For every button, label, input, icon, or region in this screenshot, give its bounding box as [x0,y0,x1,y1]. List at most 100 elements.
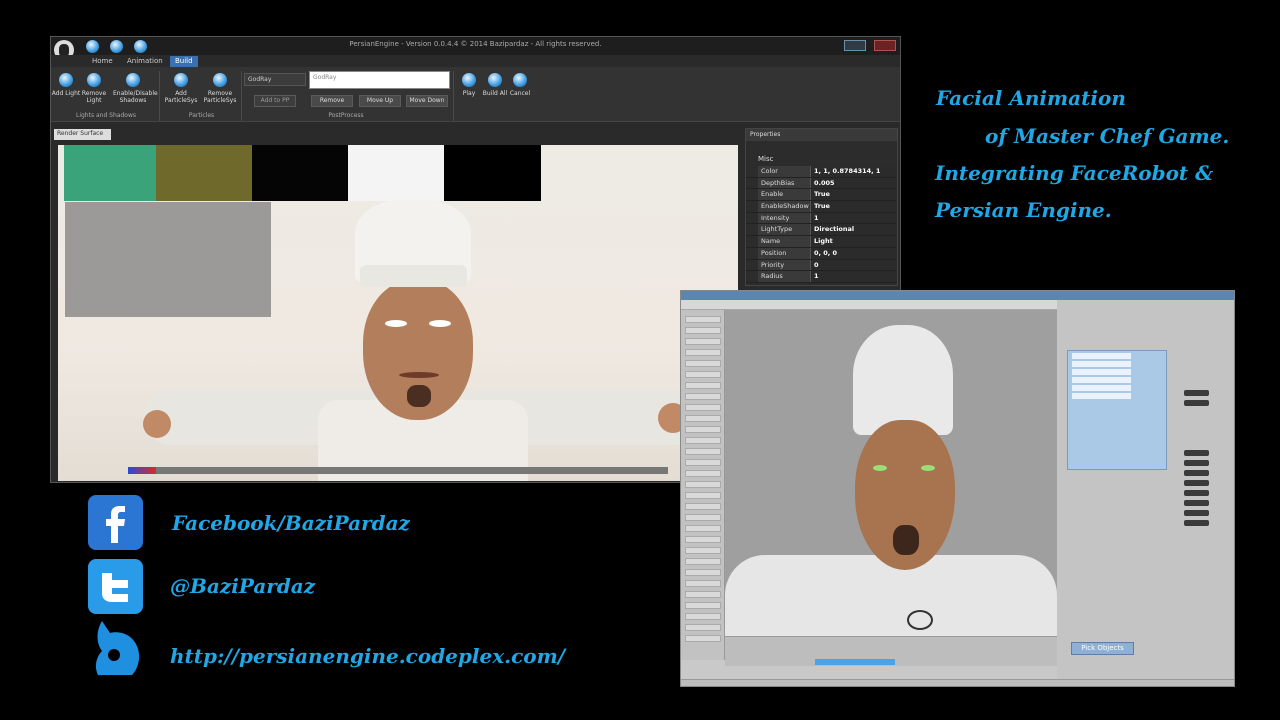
postprocess-input[interactable]: GodRay [309,71,450,89]
toolbar-button[interactable] [685,635,721,642]
facebook-icon[interactable] [88,495,143,550]
softimage-timeline[interactable] [725,636,1057,666]
bazipardaz-logo-icon[interactable] [88,619,143,675]
toolbar-button[interactable] [685,613,721,620]
tree-row[interactable] [1072,361,1131,367]
property-value[interactable]: True [810,201,897,212]
texture-preview [64,145,156,201]
toolbar-button[interactable] [685,503,721,510]
property-value[interactable]: Directional [810,224,897,236]
add-particle-button[interactable]: Add ParticleSys [164,73,198,104]
tab-animation[interactable]: Animation [122,56,168,67]
toolbar-button[interactable] [685,349,721,356]
toolbar-button[interactable] [685,624,721,631]
remove-button[interactable]: Remove [311,95,353,107]
toolbar-button[interactable] [685,569,721,576]
control-slot[interactable] [1184,500,1209,506]
property-row[interactable]: Color 1, 1, 0.8784314, 1 [746,166,897,178]
toolbar-button[interactable] [685,470,721,477]
control-slot[interactable] [1184,470,1209,476]
property-value[interactable]: 1 [810,212,897,224]
property-key: Intensity [758,212,810,224]
control-slot[interactable] [1184,490,1209,496]
property-row[interactable]: Position 0, 0, 0 [746,247,897,260]
tree-row[interactable] [1072,393,1131,399]
control-slot[interactable] [1184,460,1209,466]
control-slot[interactable] [1184,510,1209,516]
property-value[interactable]: 0 [810,259,897,271]
twitter-icon[interactable] [88,559,143,614]
toolbar-button[interactable] [685,602,721,609]
facebook-link[interactable]: Facebook/BaziPardaz [172,511,410,535]
toolbar-button[interactable] [685,415,721,422]
control-slot[interactable] [1184,400,1209,406]
toolbar-button[interactable] [685,525,721,532]
property-value[interactable]: Light [810,236,897,247]
toolbar-button[interactable] [685,591,721,598]
toolbar-button[interactable] [685,393,721,400]
move-down-button[interactable]: Move Down [406,95,448,107]
toolbar-button[interactable] [685,514,721,521]
tree-row[interactable] [1072,385,1131,391]
tree-row[interactable] [1072,353,1131,359]
minimize-button[interactable] [844,40,866,51]
property-row[interactable]: Priority 0 [746,259,897,272]
property-row[interactable]: EnableShadow True [746,201,897,213]
property-value[interactable]: 0.005 [810,177,897,189]
twitter-link[interactable]: @BaziPardaz [170,574,315,598]
property-row[interactable]: Intensity 1 [746,212,897,225]
property-row[interactable]: DepthBias 0.005 [746,177,897,190]
property-row[interactable]: Enable True [746,189,897,202]
progress-bar [128,467,668,474]
toolbar-button[interactable] [685,338,721,345]
property-value[interactable]: 1 [810,271,897,282]
softimage-viewport[interactable] [725,310,1057,650]
property-value[interactable]: True [810,189,897,201]
toolbar-button[interactable] [685,558,721,565]
property-row[interactable]: Name Light [746,236,897,248]
toolbar-button[interactable] [685,459,721,466]
postprocess-select[interactable]: GodRay [244,73,306,86]
timeline-slider[interactable] [815,659,895,665]
toolbar-button[interactable] [685,536,721,543]
toolbar-button[interactable] [685,437,721,444]
cancel-button[interactable]: Cancel [503,73,537,97]
remove-light-button[interactable]: Remove Light [77,73,111,104]
tab-build[interactable]: Build [170,56,198,67]
scene-explorer[interactable] [1067,350,1167,470]
toolbar-button[interactable] [685,481,721,488]
toolbar-button[interactable] [685,580,721,587]
pick-objects-button[interactable]: Pick Objects [1071,642,1134,655]
toolbar-button[interactable] [685,360,721,367]
property-value[interactable]: 0, 0, 0 [810,247,897,259]
remove-particle-button[interactable]: Remove ParticleSys [203,73,237,104]
toolbar-button[interactable] [685,316,721,323]
toolbar-button[interactable] [685,547,721,554]
render-surface-tab[interactable]: Render Surface [54,129,111,140]
control-slot[interactable] [1184,390,1209,396]
toolbar-button[interactable] [685,382,721,389]
control-slot[interactable] [1184,450,1209,456]
property-key: Position [758,247,810,259]
property-row[interactable]: Radius 1 [746,271,897,283]
toolbar-button[interactable] [685,371,721,378]
property-value[interactable]: 1, 1, 0.8784314, 1 [810,166,897,177]
toolbar-button[interactable] [685,448,721,455]
move-up-button[interactable]: Move Up [359,95,401,107]
website-link[interactable]: http://persianengine.codeplex.com/ [170,644,565,668]
toolbar-button[interactable] [685,426,721,433]
toolbar-button[interactable] [685,492,721,499]
render-surface[interactable] [58,145,738,481]
toolbar-button[interactable] [685,327,721,334]
tree-row[interactable] [1072,377,1131,383]
control-slot[interactable] [1184,480,1209,486]
toolbar-button[interactable] [685,404,721,411]
close-button[interactable] [874,40,896,51]
enable-shadows-button[interactable]: Enable/Disable Shadows [113,73,158,104]
property-row[interactable]: LightType Directional [746,224,897,237]
tree-row[interactable] [1072,369,1131,375]
control-slot[interactable] [1184,520,1209,526]
chef-hand [143,410,171,438]
add-to-pp-button[interactable]: Add to PP [254,95,296,107]
tab-home[interactable]: Home [87,56,118,67]
